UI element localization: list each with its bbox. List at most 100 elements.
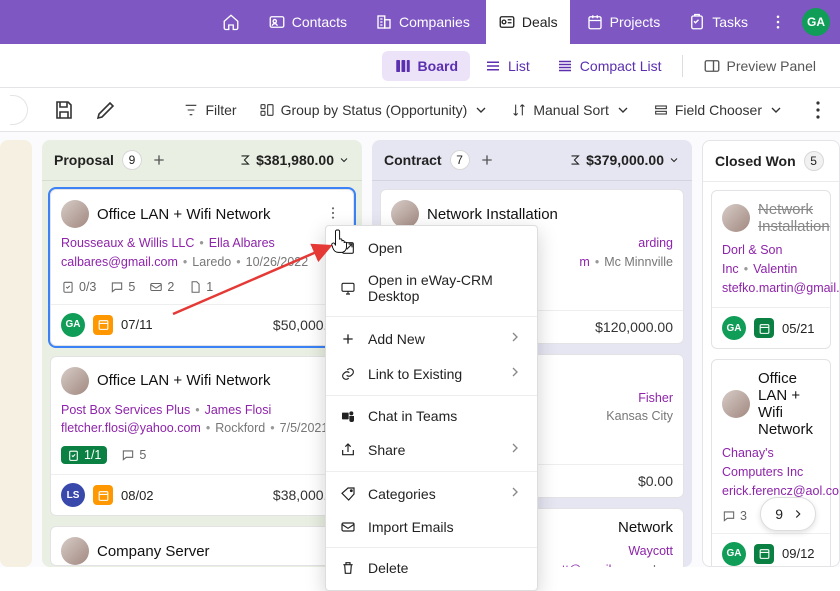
chevron-right-icon: [507, 329, 523, 348]
scroll-counter-pill[interactable]: 9: [760, 497, 816, 531]
filter-button[interactable]: Filter: [183, 102, 236, 118]
nav-deals[interactable]: Deals: [486, 0, 570, 44]
ctx-open-desktop[interactable]: Open in eWay-CRM Desktop: [326, 264, 537, 312]
ctx-link-existing[interactable]: Link to Existing: [326, 356, 537, 391]
add-card-button[interactable]: [478, 151, 496, 169]
card-title: Network Installation: [427, 206, 558, 223]
import-mail-icon: [340, 519, 356, 535]
card-title: Network: [618, 519, 673, 536]
column-header: Proposal 9 $381,980.00: [42, 140, 362, 181]
card-title: Network Installation: [758, 201, 830, 235]
card-title: Company Server: [97, 543, 210, 560]
card-more-menu[interactable]: [323, 203, 343, 226]
chevron-right-icon: [507, 364, 523, 383]
ctx-categories[interactable]: Categories: [326, 476, 537, 511]
nav-tasks-label: Tasks: [712, 14, 748, 30]
card-meta: Dorl & Son IncValentin stefko.martin@gma…: [722, 241, 820, 297]
trash-icon: [340, 560, 356, 576]
column-title: Contract: [384, 152, 442, 168]
card-amount: $120,000.00: [595, 319, 673, 335]
tasks-counter: 0/3: [61, 280, 96, 294]
nav-tasks[interactable]: Tasks: [676, 0, 760, 44]
sort-button[interactable]: Manual Sort: [511, 102, 630, 118]
tasks-counter: 1/1: [61, 446, 107, 464]
column-proposal: Proposal 9 $381,980.00 Office LAN + Wifi…: [42, 140, 362, 567]
sigma-icon: [238, 153, 252, 167]
column-sum[interactable]: $381,980.00: [238, 152, 350, 168]
tool-strip: Filter Group by Status (Opportunity) Man…: [0, 88, 840, 132]
teams-icon: [340, 408, 356, 424]
tag-icon: [340, 486, 356, 502]
view-list[interactable]: List: [472, 51, 542, 81]
link-icon: [340, 366, 356, 382]
owner-chip: GA: [61, 313, 85, 337]
card-amount: $0.00: [638, 473, 673, 489]
nav-home[interactable]: [210, 0, 252, 44]
chevron-right-icon: [791, 507, 805, 521]
card-footer: GA 09/12: [712, 533, 830, 567]
card-context-menu: Open Open in eWay-CRM Desktop Add New Li…: [325, 225, 538, 591]
deal-card[interactable]: Office LAN + Wifi Network Chanay's Compu…: [711, 359, 831, 566]
deal-card[interactable]: Network Installation Dorl & Son IncValen…: [711, 190, 831, 349]
nav-projects[interactable]: Projects: [574, 0, 673, 44]
nav-projects-label: Projects: [610, 14, 661, 30]
chevron-right-icon: [507, 440, 523, 459]
card-meta: Chanay's Computers Inc erick.ferencz@aol…: [722, 444, 820, 500]
card-title: Office LAN + Wifi Network: [97, 206, 271, 223]
column-count: 7: [450, 150, 470, 170]
nav-deals-label: Deals: [522, 14, 558, 30]
card-footer: LS 08/02 $38,000.00: [51, 474, 353, 515]
contact-avatar: [61, 200, 89, 228]
chat-counter: 5: [121, 448, 146, 462]
column-previous-sliver: [0, 140, 32, 567]
chevron-right-icon: [507, 484, 523, 503]
nav-contacts-label: Contacts: [292, 14, 347, 30]
column-header: Closed Won 5: [703, 141, 839, 182]
contact-avatar: [61, 367, 89, 395]
group-by-button[interactable]: Group by Status (Opportunity): [259, 102, 490, 118]
ctx-chat-teams[interactable]: Chat in Teams: [326, 400, 537, 432]
ctx-share[interactable]: Share: [326, 432, 537, 467]
user-avatar[interactable]: GA: [802, 8, 830, 36]
nav-contacts[interactable]: Contacts: [256, 0, 359, 44]
ctx-add-new[interactable]: Add New: [326, 321, 537, 356]
column-count: 5: [804, 151, 824, 171]
tasks-icon: [688, 13, 706, 31]
card-title: Office LAN + Wifi Network: [97, 372, 271, 389]
deal-card[interactable]: Company Server: [50, 526, 354, 566]
column-sum[interactable]: $379,000.00: [568, 152, 680, 168]
calendar-icon: [93, 315, 113, 335]
chevron-down-icon: [338, 154, 350, 166]
view-board[interactable]: Board: [382, 51, 470, 81]
add-card-button[interactable]: [150, 151, 168, 169]
edit-icon[interactable]: [94, 98, 118, 122]
collapsed-tool-edge: [10, 95, 28, 125]
column-count: 9: [122, 150, 142, 170]
nav-companies[interactable]: Companies: [363, 0, 482, 44]
strip-more-menu[interactable]: [806, 98, 830, 122]
card-title: Office LAN + Wifi Network: [758, 370, 820, 438]
card-footer: GA 05/21: [712, 307, 830, 348]
view-preview-panel[interactable]: Preview Panel: [691, 51, 829, 81]
deal-card[interactable]: Office LAN + Wifi Network Post Box Servi…: [50, 356, 354, 517]
due-date: 07/11: [121, 317, 153, 332]
due-date: 09/12: [782, 546, 815, 561]
nav-more-menu[interactable]: [764, 13, 792, 31]
view-switcher: Board List Compact List Preview Panel: [0, 44, 840, 88]
view-compact-list[interactable]: Compact List: [544, 51, 674, 81]
chevron-down-icon: [768, 102, 784, 118]
column-title: Proposal: [54, 152, 114, 168]
owner-chip: LS: [61, 483, 85, 507]
ctx-delete[interactable]: Delete: [326, 552, 537, 584]
companies-icon: [375, 13, 393, 31]
ctx-import-emails[interactable]: Import Emails: [326, 511, 537, 543]
home-icon: [222, 13, 240, 31]
deals-icon: [498, 13, 516, 31]
share-icon: [340, 442, 356, 458]
scroll-counter-value: 9: [775, 506, 783, 522]
field-chooser-button[interactable]: Field Chooser: [653, 102, 784, 118]
top-navbar: Contacts Companies Deals Projects Tasks …: [0, 0, 840, 44]
ctx-open[interactable]: Open: [326, 232, 537, 264]
save-icon[interactable]: [52, 98, 76, 122]
column-header: Contract 7 $379,000.00: [372, 140, 692, 181]
